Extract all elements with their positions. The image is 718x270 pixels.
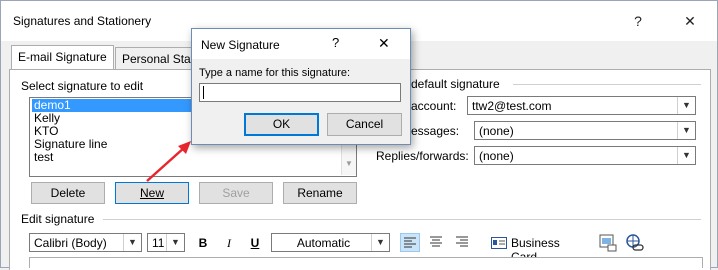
section-divider xyxy=(103,219,701,220)
font-size-select[interactable]: 11 ▼ xyxy=(147,233,185,252)
chevron-down-icon: ▼ xyxy=(677,147,695,164)
font-select[interactable]: Calibri (Body) ▼ xyxy=(29,233,142,252)
font-size-value: 11 xyxy=(152,236,165,250)
dialog-title: New Signature xyxy=(201,38,280,52)
delete-button-label: Delete xyxy=(50,186,86,200)
section-divider xyxy=(513,84,701,85)
edit-signature-label: Edit signature xyxy=(21,212,95,226)
dialog-close-button[interactable]: ✕ xyxy=(378,35,390,52)
business-card-button[interactable]: Business Card xyxy=(489,233,585,264)
signature-editor[interactable] xyxy=(29,257,703,268)
tab-email-signature-label: E-mail Signature xyxy=(18,50,107,64)
signature-name-input[interactable] xyxy=(199,83,401,102)
scroll-down-icon[interactable]: ▼ xyxy=(345,159,353,168)
pointer-arrow-icon xyxy=(146,141,191,182)
font-value: Calibri (Body) xyxy=(34,236,107,250)
save-button[interactable]: Save xyxy=(199,182,273,204)
window-title: Signatures and Stationery xyxy=(13,14,152,28)
rename-button-label: Rename xyxy=(297,186,343,200)
font-color-select[interactable]: Automatic ▼ xyxy=(271,233,390,252)
dialog-help-button[interactable]: ? xyxy=(332,35,339,50)
save-button-label: Save xyxy=(222,186,250,200)
dialog-titlebar: New Signature ? ✕ xyxy=(192,29,410,59)
new-signature-dialog: New Signature ? ✕ Type a name for this s… xyxy=(191,28,411,145)
align-left-icon[interactable] xyxy=(400,233,420,252)
dialog-prompt: Type a name for this signature: xyxy=(199,67,351,79)
font-color-value: Automatic xyxy=(296,236,351,250)
default-signature-label: default signature xyxy=(411,77,500,91)
ok-button-label: OK xyxy=(272,117,291,131)
chevron-down-icon: ▼ xyxy=(123,234,141,251)
replies-value: (none) xyxy=(479,149,514,163)
ok-button[interactable]: OK xyxy=(244,113,319,136)
text-caret xyxy=(203,86,204,99)
new-messages-label: essages: xyxy=(411,124,460,138)
underline-button[interactable]: U xyxy=(247,233,263,253)
list-item[interactable]: test xyxy=(32,151,53,164)
tab-personal-stationery-label: Personal Stati xyxy=(122,52,197,66)
align-right-icon[interactable] xyxy=(453,233,473,252)
replies-select[interactable]: (none) ▼ xyxy=(474,146,696,165)
cancel-button[interactable]: Cancel xyxy=(327,113,402,136)
new-messages-select[interactable]: (none) ▼ xyxy=(474,121,696,140)
business-card-icon xyxy=(491,237,507,249)
chevron-down-icon: ▼ xyxy=(371,234,389,251)
account-label: account: xyxy=(411,99,457,113)
help-button[interactable]: ? xyxy=(623,9,653,33)
chevron-down-icon: ▼ xyxy=(166,234,184,251)
rename-button[interactable]: Rename xyxy=(283,182,357,204)
italic-button[interactable]: I xyxy=(221,233,237,253)
cancel-button-label: Cancel xyxy=(345,117,384,131)
select-signature-label: Select signature to edit xyxy=(21,79,144,93)
new-messages-value: (none) xyxy=(479,124,514,138)
insert-hyperlink-icon[interactable] xyxy=(625,233,645,253)
bold-button[interactable]: B xyxy=(195,233,211,253)
account-value: ttw2@test.com xyxy=(472,99,552,113)
account-select[interactable]: ttw2@test.com ▼ xyxy=(467,96,696,115)
delete-button[interactable]: Delete xyxy=(31,182,105,204)
chevron-down-icon: ▼ xyxy=(677,122,695,139)
tab-email-signature[interactable]: E-mail Signature xyxy=(11,45,114,70)
chevron-down-icon: ▼ xyxy=(677,97,695,114)
align-center-icon[interactable] xyxy=(427,233,447,252)
insert-picture-icon[interactable] xyxy=(599,233,617,253)
close-button[interactable]: ✕ xyxy=(675,9,705,33)
new-button-label: New xyxy=(139,186,164,200)
replies-label: Replies/forwards: xyxy=(376,149,469,163)
